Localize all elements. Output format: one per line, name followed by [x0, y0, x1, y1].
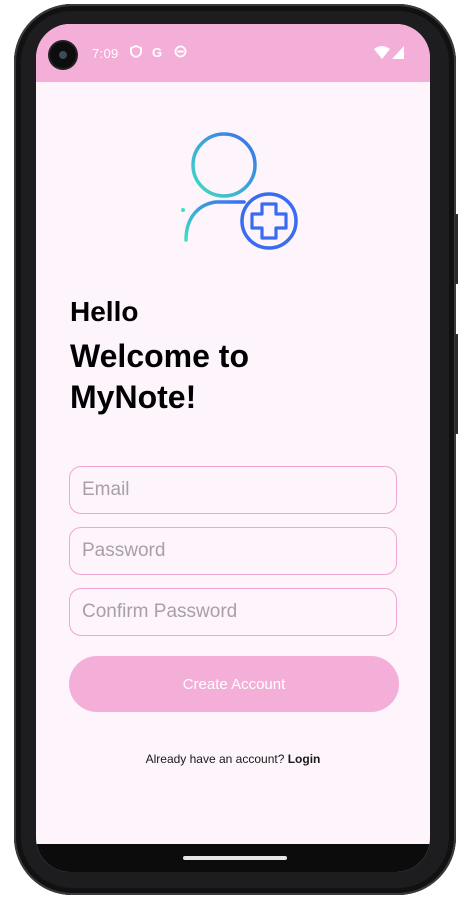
home-gesture-handle[interactable] — [183, 856, 287, 860]
password-field[interactable] — [69, 527, 397, 575]
content-area: Hello Welcome to MyNote! Create Account … — [36, 82, 430, 872]
confirm-password-field[interactable] — [69, 588, 397, 636]
status-bar: 7:09 G — [36, 24, 430, 82]
sync-icon — [174, 45, 187, 61]
login-link[interactable]: Login — [288, 752, 321, 766]
welcome-title: Welcome to MyNote! — [70, 338, 249, 415]
shield-icon — [130, 45, 142, 61]
email-field[interactable] — [69, 466, 397, 514]
navigation-bar — [36, 844, 430, 872]
wifi-icon — [374, 46, 390, 65]
google-g-icon: G — [152, 45, 163, 60]
front-camera-icon — [50, 42, 76, 68]
add-user-icon — [181, 132, 298, 250]
cellular-signal-icon — [392, 46, 404, 64]
screen: 7:09 G Hello Welcome to MyNote! Email Cr… — [36, 24, 430, 872]
login-prompt-text: Already have an account? — [145, 752, 285, 766]
phone-frame: 7:09 G Hello Welcome to MyNote! Email Cr… — [14, 4, 458, 895]
login-prompt: Already have an account? Login — [36, 752, 430, 766]
greeting-text: Hello — [70, 296, 139, 327]
create-account-button[interactable]: Create Account — [69, 656, 399, 712]
status-time: 7:09 — [92, 46, 119, 61]
